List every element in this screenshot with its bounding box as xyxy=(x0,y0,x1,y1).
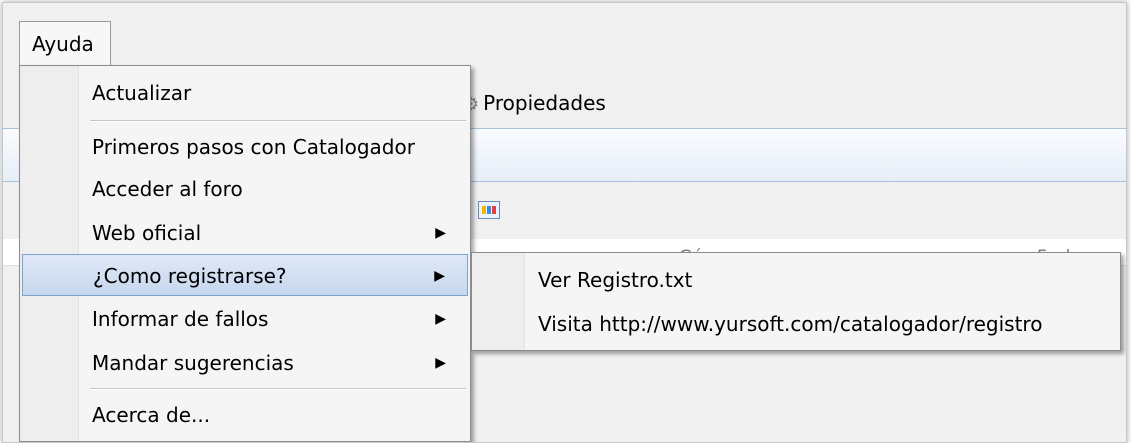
submenu-item-label: Ver Registro.txt xyxy=(538,268,693,292)
submenu-item-visit-register-url[interactable]: Visita http://www.yursoft.com/catalogado… xyxy=(474,303,1118,345)
menu-item-label: Acceder al foro xyxy=(92,177,243,201)
properties-button[interactable]: ⚙ Propiedades xyxy=(463,83,606,125)
menu-item-report-bugs[interactable]: Informar de fallos ▶ xyxy=(22,298,468,340)
menu-item-label: Actualizar xyxy=(92,81,192,105)
menu-item-forum[interactable]: Acceder al foro xyxy=(22,168,468,210)
menu-item-official-web[interactable]: Web oficial ▶ xyxy=(22,212,468,254)
menu-item-label: Primeros pasos con Catalogador xyxy=(92,135,415,159)
triangle-right-icon: ▶ xyxy=(435,311,446,327)
register-submenu: Ver Registro.txt Visita http://www.yurso… xyxy=(471,252,1121,351)
menu-item-label: Acerca de... xyxy=(92,403,211,427)
menu-help[interactable]: Ayuda xyxy=(19,21,111,65)
menu-item-update[interactable]: Actualizar xyxy=(22,72,468,114)
menu-item-label: Informar de fallos xyxy=(92,307,269,331)
menu-item-how-to-register[interactable]: ¿Como registrarse? ▶ xyxy=(22,254,468,296)
grid-view-icon[interactable] xyxy=(478,201,500,219)
submenu-item-view-registry[interactable]: Ver Registro.txt xyxy=(474,259,1118,301)
properties-label: Propiedades xyxy=(483,91,606,115)
submenu-item-label: Visita http://www.yursoft.com/catalogado… xyxy=(538,312,1043,336)
app-window: ⚙Propiedades Género Fecha pu Ayuda Actua… xyxy=(2,2,1127,443)
menu-item-about[interactable]: Acerca de... xyxy=(22,394,468,436)
triangle-right-icon: ▶ xyxy=(435,355,446,371)
triangle-right-icon: ▶ xyxy=(434,268,445,284)
menu-item-send-suggestions[interactable]: Mandar sugerencias ▶ xyxy=(22,342,468,384)
menu-separator xyxy=(90,120,466,122)
help-dropdown-menu: Actualizar Primeros pasos con Catalogado… xyxy=(19,65,471,442)
menu-item-label: Mandar sugerencias xyxy=(92,351,294,375)
menu-item-getting-started[interactable]: Primeros pasos con Catalogador xyxy=(22,126,468,168)
menu-item-label: ¿Como registrarse? xyxy=(93,264,287,288)
menu-separator xyxy=(90,388,466,390)
menu-item-label: Web oficial xyxy=(92,221,202,245)
triangle-right-icon: ▶ xyxy=(435,225,446,241)
